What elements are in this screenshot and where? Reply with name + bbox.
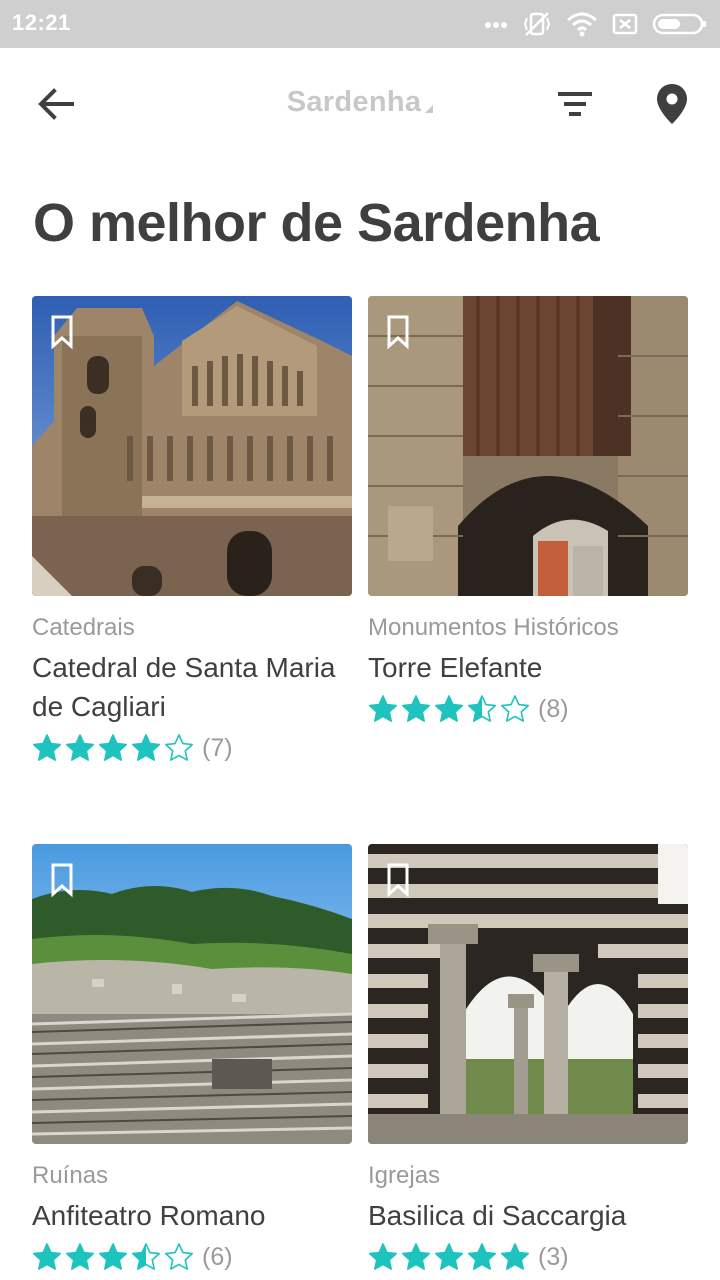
bookmark-icon[interactable] — [48, 314, 76, 350]
destination-selector[interactable]: Sardenha — [0, 86, 720, 119]
review-count: (3) — [538, 1242, 569, 1271]
status-time: 12:21 — [12, 10, 71, 35]
place-name: Catedral de Santa Maria de Cagliari — [32, 652, 336, 722]
star-full-icon — [435, 1243, 463, 1270]
bookmark-icon[interactable] — [384, 862, 412, 898]
place-card[interactable]: Ruínas Anfiteatro Romano (6) — [32, 844, 352, 1275]
place-name: Basilica di Saccargia — [368, 1200, 627, 1231]
star-full-icon — [402, 695, 430, 722]
star-empty-icon — [501, 695, 529, 722]
vibrate-muted-icon — [523, 12, 551, 36]
star-full-icon — [99, 1243, 127, 1270]
rating-stars — [368, 694, 530, 724]
star-half-icon — [132, 1243, 160, 1270]
filter-button[interactable] — [556, 86, 596, 122]
place-photo — [32, 844, 352, 1144]
wifi-icon — [567, 12, 597, 37]
place-photo — [368, 844, 688, 1144]
battery-icon — [652, 13, 706, 35]
star-full-icon — [501, 1243, 529, 1270]
star-full-icon — [369, 1243, 397, 1270]
rating-stars — [32, 733, 194, 763]
place-photo — [368, 296, 688, 596]
dropdown-caret-icon — [425, 105, 434, 113]
place-rating: (3) — [368, 1239, 688, 1275]
cathedral-photo — [32, 296, 352, 596]
rating-stars — [32, 1242, 194, 1272]
place-card[interactable]: Igrejas Basilica di Saccargia (3) — [368, 844, 688, 1275]
star-full-icon — [66, 734, 94, 761]
review-count: (8) — [538, 694, 569, 723]
star-full-icon — [369, 695, 397, 722]
page-title: O melhor de Sardenha — [33, 193, 600, 253]
star-full-icon — [435, 695, 463, 722]
place-rating: (6) — [32, 1239, 352, 1275]
place-name: Torre Elefante — [368, 652, 543, 683]
place-photo — [32, 296, 352, 596]
bookmark-icon[interactable] — [48, 862, 76, 898]
place-rating: (8) — [368, 691, 688, 727]
place-category: Monumentos Históricos — [368, 614, 619, 641]
star-empty-icon — [165, 1243, 193, 1270]
star-half-icon — [468, 695, 496, 722]
no-sim-icon — [612, 13, 638, 35]
review-count: (7) — [202, 733, 233, 762]
place-name: Anfiteatro Romano — [32, 1200, 266, 1231]
rating-stars — [368, 1242, 530, 1272]
app-bar-title: Sardenha — [286, 86, 422, 118]
place-category: Catedrais — [32, 614, 135, 641]
star-full-icon — [402, 1243, 430, 1270]
filter-icon — [558, 92, 592, 116]
status-bar: 12:21 — [0, 0, 720, 48]
app-bar: Sardenha — [0, 48, 720, 160]
location-pin-icon — [657, 84, 687, 124]
amphitheatre-photo — [32, 844, 352, 1144]
place-card[interactable]: Catedrais Catedral de Santa Maria de Cag… — [32, 296, 352, 766]
star-full-icon — [33, 734, 61, 761]
star-full-icon — [66, 1243, 94, 1270]
place-category: Igrejas — [368, 1162, 441, 1189]
place-card[interactable]: Monumentos Históricos Torre Elefante (8) — [368, 296, 688, 727]
place-rating: (7) — [32, 730, 352, 766]
map-button[interactable] — [654, 82, 690, 126]
place-category: Ruínas — [32, 1162, 109, 1189]
star-full-icon — [99, 734, 127, 761]
review-count: (6) — [202, 1242, 233, 1271]
star-full-icon — [468, 1243, 496, 1270]
basilica-photo — [368, 844, 688, 1144]
bookmark-icon[interactable] — [384, 314, 412, 350]
star-empty-icon — [165, 734, 193, 761]
star-full-icon — [132, 734, 160, 761]
tower-photo — [368, 296, 688, 596]
more-dots-icon — [485, 22, 507, 28]
status-icons — [484, 8, 708, 40]
star-full-icon — [33, 1243, 61, 1270]
